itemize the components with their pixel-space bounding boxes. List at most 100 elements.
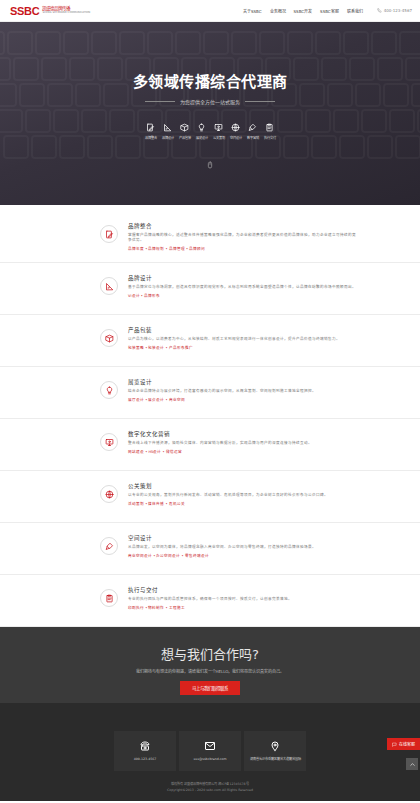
divider-line [145,101,175,102]
screen-icon [214,123,223,132]
service-icon-circle [100,485,118,503]
location-icon [269,740,281,752]
back-to-top[interactable] [406,758,418,770]
phone-icon [377,8,382,13]
service-title[interactable]: 产品包装 [128,326,358,334]
service-link[interactable]: 展览设计 [196,123,208,140]
service-links[interactable]: 网站建设 • H5设计 • 微信运营 [128,449,358,454]
header-phone: 400-123-4567 [377,8,412,13]
service-body: 空间设计从品牌出发，以空间为载体，将品牌理念融入商业空间、办公空间与零售终端，打… [128,531,358,565]
service-link[interactable]: 执行交付 [264,123,276,140]
service-item: 空间设计从品牌出发，以空间为载体，将品牌理念融入商业空间、办公空间与零售终端，打… [0,523,420,575]
top-bar: SSBC凯盛德品牌传播SHENG SHI BRAND COMMUNICATION… [0,0,420,22]
service-link[interactable]: 数字营销 [247,123,259,140]
service-desc: 基于品牌定位与市场洞察，创造具有辨识度的视觉形象，从标志到应用系统全面塑造品牌个… [128,285,358,290]
service-desc: 以产品为核心，以消费者为中心，从包装结构、材质工艺到视觉表现进行一体化创意设计，… [128,337,358,342]
service-links[interactable]: 活动策划 • 媒体传播 • 危机公关 [128,501,358,506]
service-body: 展览设计结合企业品牌特点与展会环境，打造富有感染力的展示空间，从概念策划、空间规… [128,375,358,409]
service-title[interactable]: 执行与交付 [128,586,358,594]
service-icon-circle [100,537,118,555]
divider-line [245,101,275,102]
contact-button[interactable]: 马上与我们取得联系 [180,681,240,695]
service-item: 品牌设计基于品牌定位与市场洞察，创造具有辨识度的视觉形象，从标志到应用系统全面塑… [0,263,420,315]
brush-icon [248,123,257,132]
service-label[interactable]: 数字营销 [247,135,259,140]
service-body: 产品包装以产品为核心，以消费者为中心，从包装结构、材质工艺到视觉表现进行一体化创… [128,323,358,357]
contact-box: xxx@ssbcbrand.com [179,731,241,771]
box-icon [105,334,114,343]
service-label[interactable]: 执行交付 [264,135,276,140]
service-links[interactable]: 品牌年度 • 品牌规划 • 品牌管理 • 品牌顾问 [128,246,358,251]
scroll-hint[interactable] [206,154,214,173]
telephone-icon [139,740,151,752]
service-links[interactable]: 商业空间设计 • 办公空间设计 • 零售终端设计 [128,553,358,558]
service-links[interactable]: VI设计 • 品牌形象 [128,293,358,298]
service-body: 品牌设计基于品牌定位与市场洞察，创造具有辨识度的视觉形象，从标志到应用系统全面塑… [128,271,358,305]
service-title[interactable]: 展览设计 [128,378,358,386]
service-item: 公关策划以专业的公关视角，策划并执行新闻发布、活动营销、危机处理等项目，为企业树… [0,471,420,523]
contact-text: 400-123-4567 [134,757,157,761]
cta-text: 我们期待与有想法的你相遇，请给我们发一个HELLO，我们将带您认识真实的自己。 [136,668,285,674]
service-title[interactable]: 品牌设计 [128,274,358,282]
contact-box: 湖南省长沙市岳麓区麓谷大道麓谷国际 [244,731,306,771]
hero-subtitle: 为您提供全方位一站式服务 [145,98,275,105]
ruler-icon [163,123,172,132]
contact-cta: 想与我们合作吗?我们期待与有想法的你相遇，请给我们发一个HELLO，我们将带您认… [0,627,420,703]
chat-icon [392,742,397,747]
service-label[interactable]: 展览设计 [196,135,208,140]
service-icon-circle [100,381,118,399]
service-links[interactable]: 印刷执行 • 物料制作 • 工程施工 [128,605,358,610]
service-label[interactable]: 空间设计 [230,135,242,140]
service-label[interactable]: 公关策划 [213,135,225,140]
contact-text: 湖南省长沙市岳麓区麓谷大道麓谷国际 [250,757,301,761]
service-label[interactable]: 品牌整合 [145,135,157,140]
service-link[interactable]: 公关策划 [213,123,225,140]
brush-icon [105,542,114,551]
online-service-button[interactable]: 在线客服 [387,738,420,750]
main-nav: 关于SSBC 业务概况 SSBC开发 SSBC客服 联系我们 [243,8,363,14]
service-title[interactable]: 数字化文化营销 [128,430,358,438]
service-list: 品牌整合掌握客户品牌战略的核心，透过整合性传播策略来强化品牌，为企业和消费者提供… [0,205,420,627]
nav-item[interactable]: 业务概况 [270,8,286,14]
service-links[interactable]: 展厅设计 • 展会设计 • 商业空间 [128,397,358,402]
nav-item[interactable]: 关于SSBC [243,8,262,14]
clipboard-icon [105,594,114,603]
service-link[interactable]: 品牌整合 [145,123,157,140]
service-body: 品牌整合掌握客户品牌战略的核心，透过整合性传播策略来强化品牌，为企业和消费者提供… [128,219,358,253]
arrow-up-icon [409,761,416,768]
pen-icon [146,123,155,132]
service-icon-circle [100,329,118,347]
copyright: 版权所有 凯盛德品牌传播有限公司 湘ICP备12345678号Copyright… [167,781,253,792]
nav-item[interactable]: SSBC客服 [320,8,339,14]
service-title[interactable]: 公关策划 [128,482,358,490]
pen-icon [105,230,114,239]
service-label[interactable]: 品牌设计 [162,135,174,140]
service-link[interactable]: 空间设计 [230,123,242,140]
service-desc: 专业的执行团队与严格的品质管控体系，确保每一个项目按时、按质交付，让创意完美落地… [128,597,358,602]
service-title[interactable]: 品牌整合 [128,222,358,230]
brand-slogan: SHENG SHI BRAND COMMUNICATION [42,12,90,15]
bulb-icon [197,123,206,132]
online-service-label[interactable]: 在线客服 [399,741,415,747]
nav-item[interactable]: SSBC开发 [294,8,313,14]
service-title[interactable]: 空间设计 [128,534,358,542]
logo-mark[interactable]: SSBC [10,5,39,17]
logo[interactable]: SSBC凯盛德品牌传播SHENG SHI BRAND COMMUNICATION [10,5,90,17]
service-icons: 品牌整合品牌设计产品包装展览设计公关策划空间设计数字营销执行交付 [145,123,276,140]
clipboard-icon [265,123,274,132]
service-item: 产品包装以产品为核心，以消费者为中心，从包装结构、材质工艺到视觉表现进行一体化创… [0,315,420,367]
service-links[interactable]: 包装策略 • 包装设计 • 产品形象推广 [128,345,358,350]
keyboard-background [0,22,420,205]
hero-banner: 多领域传播综合代理商为您提供全方位一站式服务品牌整合品牌设计产品包装展览设计公关… [0,22,420,205]
mail-icon [204,740,216,752]
service-desc: 整合线上线下传播资源，借助社交媒体、内容营销与数据分析，实现品牌与用户的深度连接… [128,441,358,446]
service-item: 品牌整合掌握客户品牌战略的核心，透过整合性传播策略来强化品牌，为企业和消费者提供… [0,211,420,263]
service-desc: 掌握客户品牌战略的核心，透过整合性传播策略来强化品牌，为企业和消费者提供更具价值… [128,233,358,243]
service-link[interactable]: 产品包装 [179,123,191,140]
service-icon-circle [100,589,118,607]
service-label[interactable]: 产品包装 [179,135,191,140]
subtitle-text: 为您提供全方位一站式服务 [180,98,240,105]
service-link[interactable]: 品牌设计 [162,123,174,140]
nav-item[interactable]: 联系我们 [347,8,363,14]
box-icon [180,123,189,132]
